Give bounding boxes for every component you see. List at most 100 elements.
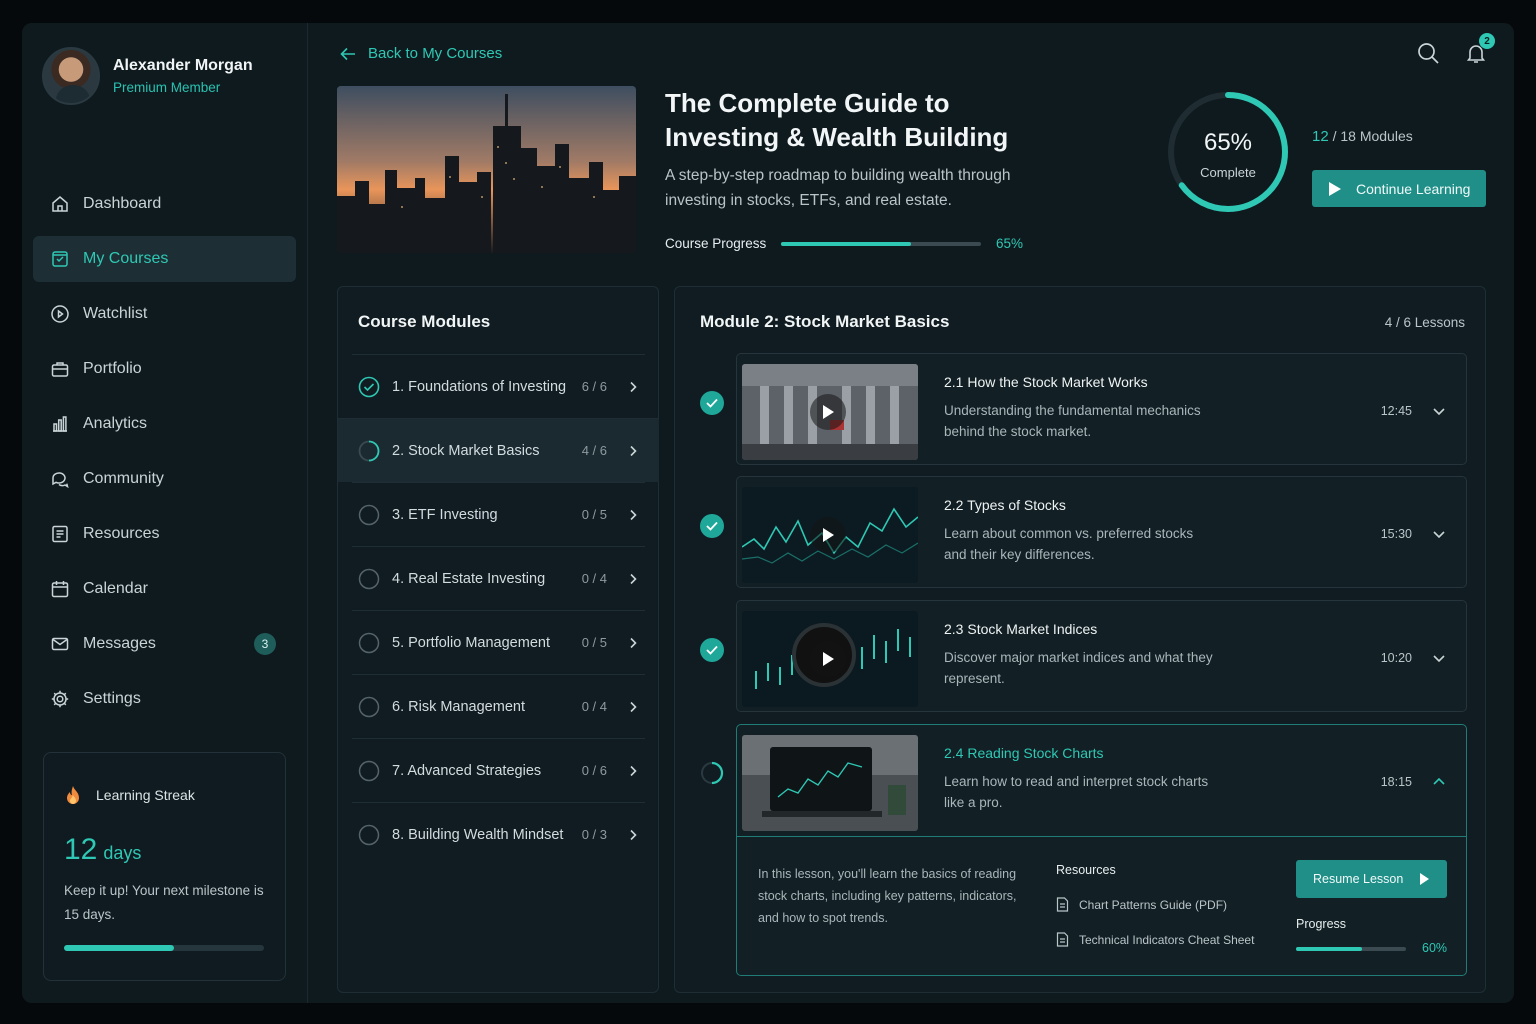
user-profile[interactable]: Alexander Morgan Premium Member <box>42 47 253 105</box>
sidebar-item-label: Portfolio <box>83 360 142 377</box>
lesson-card[interactable]: 2.1 How the Stock Market Works Understan… <box>736 353 1467 465</box>
module-item[interactable]: 3. ETF Investing 0 / 5 <box>352 482 645 546</box>
lesson-detail-description: In this lesson, you'll learn the basics … <box>758 867 1017 925</box>
chevron-right-icon[interactable] <box>627 765 639 777</box>
streak-value: 12 <box>64 833 98 866</box>
continue-learning-button[interactable]: Continue Learning <box>1312 170 1486 207</box>
sidebar-item-community[interactable]: Community <box>33 456 296 502</box>
lesson-card-expanded[interactable]: 2.4 Reading Stock Charts Learn how to re… <box>736 724 1467 976</box>
module-item[interactable]: 4. Real Estate Investing 0 / 4 <box>352 546 645 610</box>
course-progress-percent: 65% <box>996 236 1024 251</box>
sidebar-item-label: Resources <box>83 525 160 542</box>
sidebar-item-watchlist[interactable]: Watchlist <box>33 291 296 337</box>
module-item[interactable]: 5. Portfolio Management 0 / 5 <box>352 610 645 674</box>
sidebar-item-analytics[interactable]: Analytics <box>33 401 296 447</box>
lessons-count: 4 / 6 Lessons <box>1384 315 1465 330</box>
lesson-thumbnail[interactable] <box>742 487 918 583</box>
resume-lesson-button[interactable]: Resume Lesson <box>1296 860 1447 898</box>
empty-circle-icon <box>358 696 380 717</box>
course-description: A step-by-step roadmap to building wealt… <box>665 167 1011 209</box>
lesson-progress-bar <box>1296 947 1406 951</box>
chevron-down-icon[interactable] <box>1432 404 1446 418</box>
module-item[interactable]: 6. Risk Management 0 / 4 <box>352 674 645 738</box>
lesson-complete-check <box>700 514 724 538</box>
module-item[interactable]: 7. Advanced Strategies 0 / 6 <box>352 738 645 802</box>
lesson-title: 2.3 Stock Market Indices <box>944 621 1098 637</box>
lesson-card[interactable]: 2.3 Stock Market Indices Discover major … <box>736 600 1467 712</box>
sidebar-item-dashboard[interactable]: Dashboard <box>33 181 296 227</box>
module-lesson-count: 4 / 6 <box>581 443 607 458</box>
lesson-progress-label: Progress <box>1296 917 1347 931</box>
lesson-progress-fill <box>1296 947 1362 951</box>
module-item[interactable]: 1. Foundations of Investing 6 / 6 <box>352 354 645 418</box>
sidebar-item-my-courses[interactable]: My Courses <box>33 236 296 282</box>
module-label: 7. Advanced Strategies <box>392 762 542 779</box>
lesson-complete-check <box>700 391 724 415</box>
search-icon[interactable] <box>1416 41 1440 65</box>
lesson-duration: 18:15 <box>1380 775 1412 789</box>
course-modules-panel: Course Modules 1. Foundations of Investi… <box>337 286 659 993</box>
chevron-right-icon[interactable] <box>627 701 639 713</box>
lesson-thumbnail[interactable] <box>742 735 918 831</box>
module-lesson-count: 0 / 3 <box>581 827 607 842</box>
lesson-card[interactable]: 2.2 Types of Stocks Learn about common v… <box>736 476 1467 588</box>
briefcase-icon <box>50 359 70 379</box>
play-icon <box>1420 873 1429 885</box>
sidebar-item-settings[interactable]: Settings <box>33 676 296 722</box>
module-item[interactable]: 2. Stock Market Basics 4 / 6 <box>338 418 659 482</box>
module-item[interactable]: 8. Building Wealth Mindset 0 / 3 <box>352 802 645 866</box>
lesson-description: Understanding the fundamental mechanics … <box>944 403 1201 439</box>
notifications-button[interactable]: 2 <box>1464 33 1495 65</box>
user-name: Alexander Morgan <box>113 57 253 74</box>
module-label: 8. Building Wealth Mindset <box>392 826 564 843</box>
play-icon[interactable] <box>810 641 846 677</box>
lesson-title: 2.2 Types of Stocks <box>944 497 1066 513</box>
course-progress-label: Course Progress <box>665 236 767 251</box>
sidebar-item-portfolio[interactable]: Portfolio <box>33 346 296 392</box>
chevron-right-icon[interactable] <box>627 381 639 393</box>
module-lesson-count: 0 / 4 <box>581 571 607 586</box>
module-lesson-count: 6 / 6 <box>581 379 607 394</box>
modules-count: 12 / 18 Modules <box>1312 128 1413 145</box>
courses-icon <box>50 249 70 269</box>
chevron-right-icon[interactable] <box>627 573 639 585</box>
chevron-right-icon[interactable] <box>627 637 639 649</box>
empty-circle-icon <box>358 632 380 653</box>
sidebar-item-calendar[interactable]: Calendar <box>33 566 296 612</box>
sidebar-item-label: Messages <box>83 635 156 652</box>
file-icon <box>1056 897 1069 912</box>
lesson-description: Discover major market indices and what t… <box>944 650 1213 686</box>
course-progress-bar <box>781 242 981 246</box>
lesson-thumbnail[interactable] <box>742 364 918 460</box>
avatar <box>42 47 100 105</box>
completion-ring: 65% Complete <box>1165 89 1291 215</box>
modules-total: / 18 Modules <box>1328 128 1413 144</box>
resource-link[interactable]: Chart Patterns Guide (PDF) <box>1056 897 1227 912</box>
sidebar-item-label: My Courses <box>83 250 169 267</box>
chevron-down-icon[interactable] <box>1432 651 1446 665</box>
play-icon[interactable] <box>810 394 846 430</box>
lesson-duration: 15:30 <box>1380 527 1412 541</box>
calendar-icon <box>50 579 70 599</box>
notification-badge: 2 <box>1479 33 1495 49</box>
chevron-right-icon[interactable] <box>627 509 639 521</box>
lesson-progress-spinner <box>701 761 724 785</box>
empty-circle-icon <box>358 760 380 781</box>
chevron-up-icon[interactable] <box>1432 775 1446 789</box>
completion-percent: 65% <box>1203 129 1253 156</box>
module-lesson-count: 0 / 4 <box>581 699 607 714</box>
back-link[interactable]: Back to My Courses <box>340 45 502 62</box>
arrow-left-icon <box>340 47 355 60</box>
sidebar-nav: Dashboard My Courses Watchlist Portfolio… <box>33 181 296 731</box>
sidebar-item-messages[interactable]: Messages 3 <box>33 621 296 667</box>
lesson-thumbnail[interactable] <box>742 611 918 707</box>
sidebar-item-resources[interactable]: Resources <box>33 511 296 557</box>
resource-link[interactable]: Technical Indicators Cheat Sheet <box>1056 932 1254 947</box>
play-icon[interactable] <box>810 517 846 553</box>
chevron-right-icon[interactable] <box>627 445 639 457</box>
sidebar-item-label: Dashboard <box>83 195 162 212</box>
chevron-down-icon[interactable] <box>1432 527 1446 541</box>
chevron-right-icon[interactable] <box>627 829 639 841</box>
module-lesson-count: 0 / 5 <box>581 507 607 522</box>
document-icon <box>50 524 70 544</box>
